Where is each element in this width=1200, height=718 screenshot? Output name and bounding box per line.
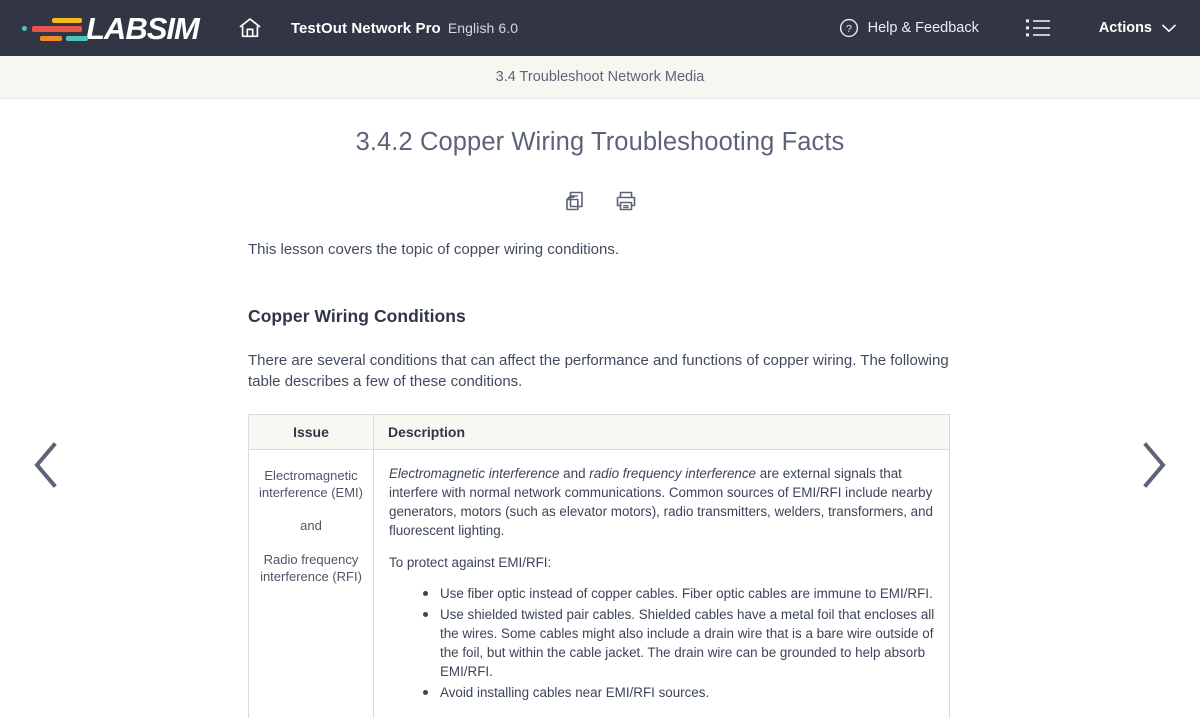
term-emphasis: Electromagnetic interference [389,466,560,481]
section-heading: Copper Wiring Conditions [248,305,466,326]
previous-page-button[interactable] [22,439,70,491]
lesson-intro: This lesson covers the topic of copper w… [248,241,620,258]
breadcrumb-text: 3.4 Troubleshoot Network Media [495,69,705,85]
lesson-stage: 3.4.2 Copper Wiring Troubleshooting Fact… [0,99,1200,718]
cell-issue: Electromagnetic interference (EMI) and R… [248,448,374,718]
header-actions: ? Help & Feedback Actions [839,18,1176,38]
chevron-down-icon [1162,24,1176,33]
course-title: TestOut Network Pro English 6.0 [291,20,518,37]
lesson-content: 3.4.2 Copper Wiring Troubleshooting Fact… [248,99,952,718]
copy-icon[interactable] [561,188,587,214]
labsim-logo-marks-icon [22,13,88,43]
print-icon[interactable] [613,188,639,214]
actions-menu-label: Actions [1098,20,1152,36]
app-header: LABSIM TestOut Network Pro English 6.0 ? … [0,0,1200,56]
labsim-logo-text: LABSIM [86,10,200,46]
column-header-description: Description [373,414,950,450]
lesson-toolbar [248,188,952,214]
list-item: Avoid installing cables near EMI/RFI sou… [423,683,935,702]
cell-description: Electromagnetic interference and radio f… [373,448,950,718]
term-emphasis: radio frequency interference [589,466,756,481]
course-title-text: TestOut Network Pro [290,19,441,37]
description-bullet-list: Use fiber optic instead of copper cables… [389,584,935,702]
home-icon[interactable] [237,15,263,41]
lead-conjunction: and [559,466,590,481]
issue-line: and [300,518,322,534]
help-and-feedback-button[interactable]: ? Help & Feedback [839,18,979,38]
next-page-button[interactable] [1130,439,1178,491]
description-subhead: To protect against EMI/RFI: [389,555,552,571]
issue-line: Electromagnetic interference (EMI) [258,468,364,500]
breadcrumb: 3.4 Troubleshoot Network Media [0,56,1200,99]
list-menu-icon[interactable] [1025,18,1051,38]
list-item: Use fiber optic instead of copper cables… [423,584,935,603]
page-title: 3.4.2 Copper Wiring Troubleshooting Fact… [355,128,845,156]
svg-text:?: ? [846,23,852,35]
issue-line: Radio frequency interference (RFI) [260,551,362,584]
column-header-issue: Issue [248,414,374,450]
question-mark-icon: ? [839,18,859,38]
table-header-row: Issue Description [248,414,950,450]
help-and-feedback-label: Help & Feedback [867,20,979,36]
list-item: Use shielded twisted pair cables. Shield… [423,605,935,681]
section-paragraph: There are several conditions that can af… [248,351,949,391]
description-lead: Electromagnetic interference and radio f… [389,464,935,540]
table-row: Electromagnetic interference (EMI) and R… [248,448,950,718]
labsim-logo[interactable]: LABSIM [22,10,200,46]
actions-menu-button[interactable]: Actions [1099,20,1176,36]
course-language: English 6.0 [447,19,519,36]
conditions-table: Issue Description Electromagnetic interf… [248,414,950,718]
